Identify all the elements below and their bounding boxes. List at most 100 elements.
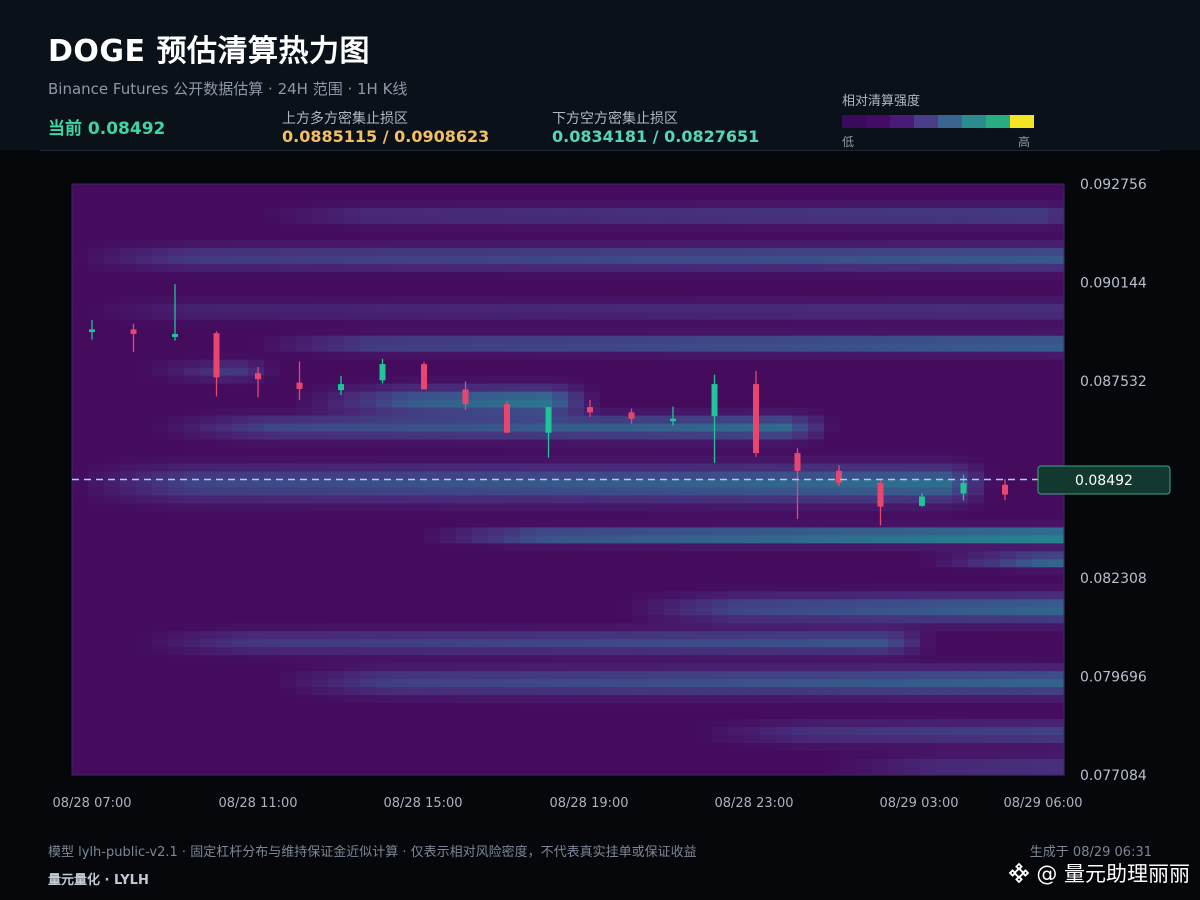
heatmap-cell: [680, 319, 697, 329]
heatmap-cell: [392, 639, 409, 648]
heatmap-cell: [312, 463, 329, 473]
heatmap-cell: [712, 359, 729, 369]
heatmap-cell: [760, 663, 777, 672]
heatmap-cell: [952, 239, 969, 249]
heatmap-cell: [632, 391, 649, 401]
heatmap-cell: [120, 543, 137, 552]
heatmap-cell: [328, 295, 345, 305]
heatmap-cell: [504, 455, 521, 465]
heatmap-cell: [72, 583, 89, 592]
heatmap-cell: [88, 695, 105, 704]
heatmap-cell: [328, 327, 345, 337]
heatmap-cell: [920, 711, 937, 720]
heatmap-cell: [120, 351, 137, 361]
heatmap-cell: [840, 199, 857, 209]
heatmap-cell: [552, 375, 569, 385]
heatmap-cell: [952, 311, 969, 321]
heatmap-cell: [440, 751, 457, 760]
heatmap-cell: [792, 407, 809, 417]
heatmap-cell: [312, 263, 329, 273]
heatmap-cell: [472, 575, 489, 584]
heatmap-cell: [744, 583, 761, 592]
heatmap-cell: [712, 263, 729, 273]
heatmap-cell: [904, 735, 921, 744]
heatmap-cell: [344, 743, 361, 752]
heatmap-cell: [648, 447, 665, 457]
heatmap-cell: [472, 191, 489, 201]
heatmap-cell: [1000, 719, 1017, 728]
heatmap-cell: [616, 279, 633, 289]
heatmap-cell: [904, 223, 921, 233]
heatmap-cell: [824, 743, 841, 752]
heatmap-cell: [952, 184, 969, 193]
heatmap-cell: [536, 279, 553, 289]
heatmap-cell: [104, 735, 121, 744]
heatmap-cell: [664, 543, 681, 552]
heatmap-cell: [776, 415, 793, 425]
heatmap-cell: [360, 687, 377, 696]
heatmap-cell: [184, 287, 201, 297]
heatmap-cell: [72, 215, 89, 225]
heatmap-cell: [936, 239, 953, 249]
heatmap-cell: [712, 255, 729, 265]
x-axis-ticks: 08/28 07:00 08/28 11:00 08/28 15:00 08/28 1…: [52, 796, 1082, 811]
heatmap-cell: [728, 567, 745, 576]
heatmap-cell: [360, 327, 377, 337]
heatmap-cell: [760, 495, 777, 505]
heatmap-cell: [312, 663, 329, 672]
heatmap-cell: [536, 615, 553, 624]
heatmap-cell: [904, 391, 921, 401]
heatmap-cell: [760, 383, 777, 393]
heatmap-cell: [568, 591, 585, 600]
heatmap-cell: [760, 599, 777, 608]
heatmap-cell: [152, 239, 169, 249]
heatmap-cell: [616, 759, 633, 768]
heatmap-cell: [888, 591, 905, 600]
heatmap-cell: [888, 335, 905, 345]
heatmap-cell: [392, 543, 409, 552]
heatmap-cell: [280, 343, 297, 353]
heatmap-cell: [536, 223, 553, 233]
heatmap-cell: [472, 759, 489, 768]
heatmap-cell: [904, 519, 921, 529]
heatmap-cell: [648, 184, 665, 193]
heatmap-cell: [456, 215, 473, 225]
heatmap-cell: [1016, 487, 1033, 497]
heatmap-cell: [328, 535, 345, 544]
heatmap-cell: [968, 583, 985, 592]
heatmap-cell: [120, 711, 137, 720]
heatmap-cell: [88, 543, 105, 552]
heatmap-cell: [600, 263, 617, 273]
heatmap-cell: [136, 751, 153, 760]
heatmap-cell: [968, 223, 985, 233]
heatmap-cell: [392, 287, 409, 297]
heatmap-cell: [520, 695, 537, 704]
heatmap-cell: [552, 239, 569, 249]
heatmap-cell: [408, 663, 425, 672]
heatmap-cell: [552, 695, 569, 704]
heatmap-cell: [1032, 239, 1049, 249]
heatmap-cell: [1016, 239, 1033, 249]
heatmap-cell: [152, 727, 169, 736]
heatmap-cell: [616, 495, 633, 505]
heatmap-cell: [344, 383, 361, 393]
heatmap-cell: [696, 311, 713, 321]
heatmap-cell: [424, 647, 441, 656]
heatmap-cell: [536, 239, 553, 249]
heatmap-cell: [536, 727, 553, 736]
heatmap-cell: [296, 367, 313, 377]
heatmap-cell: [744, 735, 761, 744]
heatmap-cell: [648, 711, 665, 720]
heatmap-cell: [1048, 423, 1065, 433]
heatmap-cell: [328, 631, 345, 640]
heatmap-cell: [472, 303, 489, 313]
heatmap-cell: [600, 271, 617, 281]
heatmap-cell: [632, 447, 649, 457]
heatmap-cell: [408, 271, 425, 281]
heatmap-cell: [408, 527, 425, 537]
heatmap-cell: [200, 247, 217, 257]
heatmap-cell: [424, 655, 441, 664]
heatmap-cell: [152, 655, 169, 664]
heatmap-cell: [824, 359, 841, 369]
heatmap-cell: [264, 383, 281, 393]
